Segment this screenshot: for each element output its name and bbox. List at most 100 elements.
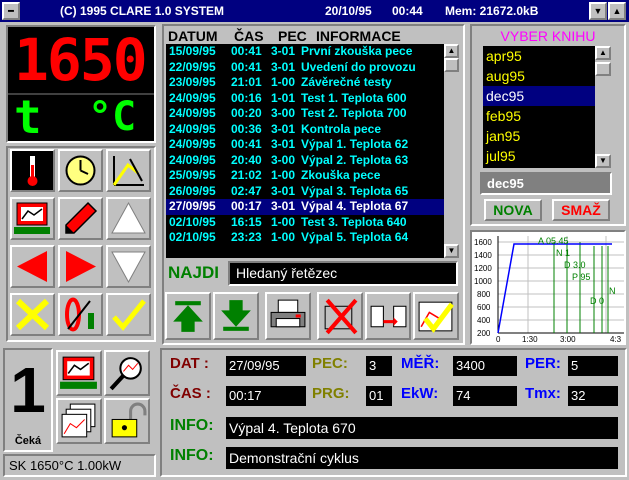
mer-value[interactable]: 3400 [453, 356, 517, 376]
book-scroll-thumb[interactable] [595, 62, 611, 76]
maximize-button[interactable]: ▲ [608, 2, 626, 20]
export-button[interactable] [365, 292, 411, 340]
up-button[interactable] [106, 197, 151, 240]
info2-value[interactable]: Demonstrační cyklus [226, 447, 618, 469]
jump-top-button[interactable] [165, 292, 211, 340]
monitor-button[interactable] [10, 197, 55, 240]
system-menu-button[interactable]: ━ [2, 2, 20, 20]
log-cell-info: Výpal 3. Teplota 65 [301, 183, 409, 198]
book-current-field[interactable]: dec95 [480, 172, 612, 195]
status-footer: SK 1650°C 1.00kW [3, 454, 156, 477]
x-tick: 0 [496, 335, 501, 343]
status-monitor-button[interactable] [56, 350, 102, 396]
delete-book-button[interactable]: SMAŽ [552, 199, 610, 221]
mer-label: MĚŘ: [401, 355, 440, 372]
zoom-button[interactable] [104, 350, 150, 396]
info1-value[interactable]: Výpal 4. Teplota 670 [226, 417, 618, 439]
per-value[interactable]: 5 [568, 356, 618, 376]
book-item[interactable]: apr95 [483, 46, 595, 66]
ekw-value[interactable]: 74 [453, 386, 517, 406]
log-cell-date: 22/09/95 [169, 59, 216, 74]
graph-button[interactable] [106, 149, 151, 192]
switch-button[interactable] [58, 293, 103, 336]
layers-button[interactable] [56, 398, 102, 444]
per-label: PER: [525, 355, 561, 372]
log-row[interactable]: 24/09/95 00:36 3-01 Kontrola pece [166, 122, 444, 138]
log-cell-info: Výpal 2. Teplota 63 [301, 152, 409, 167]
info1-label: INFO: [170, 417, 214, 434]
log-row[interactable]: 25/09/95 21:02 1-00 Zkouška pece [166, 168, 444, 184]
log-row[interactable]: 23/09/95 21:01 1-00 Závěrečné testy [166, 75, 444, 91]
printer-icon [270, 299, 306, 328]
book-item[interactable]: jul95 [483, 146, 595, 166]
log-cell-time: 02:47 [231, 183, 262, 198]
log-row[interactable]: 22/09/95 00:41 3-01 Uvedení do provozu [166, 60, 444, 76]
jump-bottom-button[interactable] [213, 292, 259, 340]
log-row[interactable]: 02/10/95 23:23 1-00 Výpal 5. Teplota 64 [166, 230, 444, 246]
print-button[interactable] [265, 292, 311, 340]
book-item[interactable]: jan95 [483, 126, 595, 146]
prg-label: PRG: [312, 385, 350, 402]
tool-grid [6, 146, 156, 342]
search-input[interactable]: Hledaný řetězec [228, 261, 458, 286]
edit-button[interactable] [58, 197, 103, 240]
scroll-thumb[interactable] [444, 58, 459, 72]
log-row[interactable]: 02/10/95 16:15 1-00 Test 3. Teplota 640 [166, 215, 444, 231]
program-graph: 1600 1400 1200 1000 800 600 400 200 0 1:… [470, 230, 626, 345]
cancel-button[interactable] [10, 293, 55, 336]
log-cell-info: Závěrečné testy [301, 75, 392, 89]
log-row[interactable]: 24/09/95 20:40 3-00 Výpal 2. Teplota 63 [166, 153, 444, 169]
log-row[interactable]: 24/09/95 00:20 3-00 Test 2. Teplota 700 [166, 106, 444, 122]
scroll-down-arrow[interactable]: ▼ [444, 244, 459, 258]
log-cell-time: 20:40 [231, 152, 262, 167]
unlock-button[interactable] [104, 398, 150, 444]
book-list[interactable]: apr95 aug95 dec95 feb95 jan95 jul95 [483, 46, 595, 168]
book-scroll-up[interactable]: ▲ [595, 46, 611, 60]
search-label: NAJDI [168, 263, 220, 282]
dat-label: DAT : [170, 355, 209, 372]
new-book-button[interactable]: NOVA [484, 199, 542, 221]
tmx-value[interactable]: 32 [568, 386, 618, 406]
log-cell-time: 00:36 [231, 121, 262, 136]
x-tick: 3:00 [560, 335, 576, 343]
log-cell-time: 16:15 [231, 214, 262, 229]
temperature-value: 1650 [14, 26, 148, 94]
log-cell-pec: 3-01 [271, 199, 296, 213]
y-tick: 1200 [474, 264, 492, 273]
log-row[interactable]: 26/09/95 02:47 3-01 Výpal 3. Teplota 65 [166, 184, 444, 200]
log-cell-time: 21:02 [231, 168, 262, 182]
right-button[interactable] [58, 245, 103, 288]
clock-button[interactable] [58, 149, 103, 192]
down-button[interactable] [106, 245, 151, 288]
log-row[interactable]: 27/09/95 00:17 3-01 Výpal 4. Teplota 67 [166, 199, 444, 215]
delete-button[interactable] [317, 292, 363, 340]
dat-value[interactable]: 27/09/95 [226, 356, 306, 376]
book-scroll-down[interactable]: ▼ [595, 154, 611, 168]
temperature-display: 1650 t °C [6, 25, 156, 143]
book-item[interactable]: dec95 [483, 86, 595, 106]
prg-value[interactable]: 01 [366, 386, 392, 406]
log-row[interactable]: 24/09/95 00:16 1-01 Test 1. Teplota 600 [166, 91, 444, 107]
clock-icon [65, 155, 96, 186]
left-button[interactable] [10, 245, 55, 288]
log-row[interactable]: 24/09/95 00:41 3-01 Výpal 1. Teplota 62 [166, 137, 444, 153]
log-cell-pec: 1-01 [271, 90, 296, 105]
title-bar[interactable]: ━ (C) 1995 CLARE 1.0 SYSTEM 20/10/95 00:… [0, 0, 629, 22]
book-scrollbar[interactable]: ▲ ▼ [595, 46, 611, 168]
log-list[interactable]: 15/09/95 00:41 3-01 První zkouška pece 22/09… [166, 44, 444, 258]
confirm-chart-button[interactable] [413, 292, 459, 340]
book-item[interactable]: feb95 [483, 106, 595, 126]
monitor-icon [14, 202, 50, 234]
thermometer-button[interactable] [10, 149, 55, 192]
minimize-button[interactable]: ▼ [589, 2, 607, 20]
cas-value[interactable]: 00:17 [226, 386, 306, 406]
book-item[interactable]: aug95 [483, 66, 595, 86]
log-cell-pec: 3-01 [271, 121, 296, 136]
scroll-up-arrow[interactable]: ▲ [444, 44, 459, 58]
log-cell-info: Výpal 5. Teplota 64 [301, 230, 409, 244]
pec-value[interactable]: 3 [366, 356, 392, 376]
log-scrollbar[interactable]: ▲ ▼ [444, 44, 459, 258]
confirm-button[interactable] [106, 293, 151, 336]
x-tick: 1:30 [522, 335, 538, 343]
log-row[interactable]: 15/09/95 00:41 3-01 První zkouška pece [166, 44, 444, 60]
